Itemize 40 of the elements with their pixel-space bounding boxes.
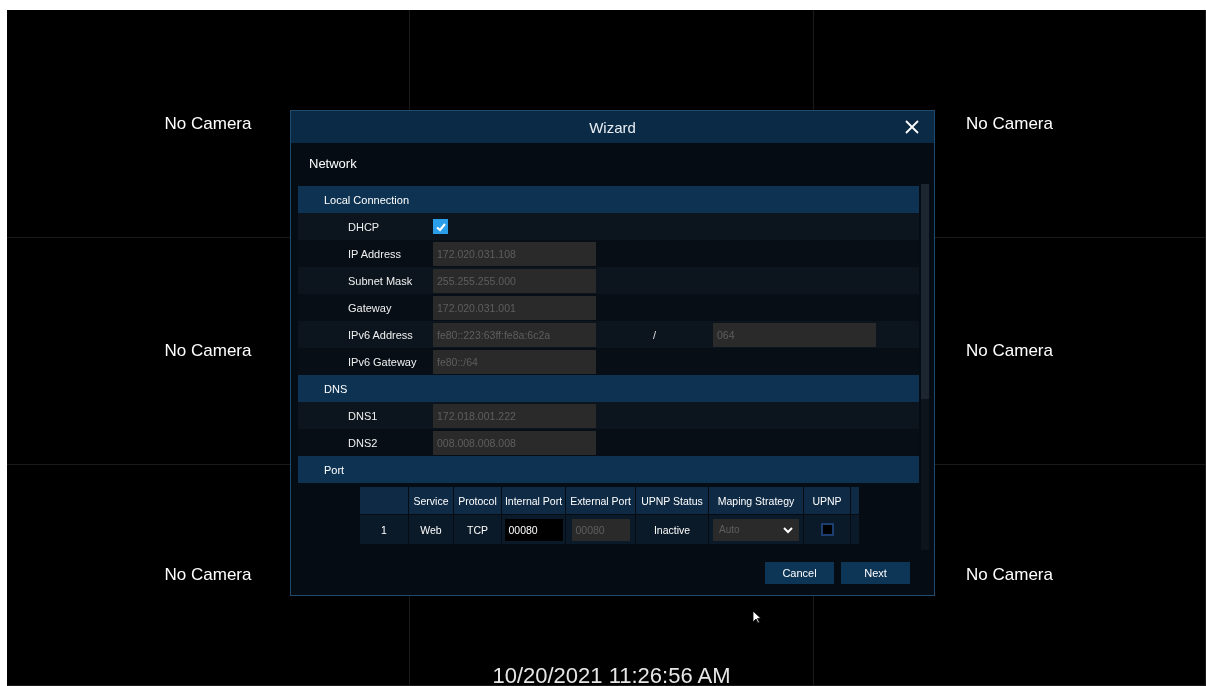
column-header: Internal Port bbox=[502, 487, 565, 514]
dialog-button[interactable]: Next bbox=[841, 561, 910, 584]
checkbox[interactable] bbox=[820, 523, 834, 536]
group-title: Port bbox=[324, 463, 345, 476]
no-camera-label: No Camera bbox=[164, 113, 252, 134]
caret-icon bbox=[783, 525, 793, 534]
section-title: Network bbox=[308, 155, 357, 173]
setting-label: DNS1 bbox=[348, 409, 379, 422]
column-header: UPNP Status bbox=[636, 487, 708, 514]
group-title: DNS bbox=[324, 382, 348, 395]
no-camera-label: No Camera bbox=[164, 565, 252, 585]
dialog-title: Wizard bbox=[589, 118, 636, 136]
column-header: Protocol bbox=[454, 487, 501, 514]
separator-slash: / bbox=[651, 328, 658, 341]
timestamp: 10/20/2021 11:26:56 AM bbox=[492, 663, 731, 686]
header-cell bbox=[360, 487, 408, 514]
no-camera-label: No Camera bbox=[966, 341, 1053, 361]
scrollbar[interactable] bbox=[921, 184, 929, 550]
setting-label: DHCP bbox=[348, 220, 381, 233]
no-camera-label: No Camera bbox=[966, 565, 1053, 585]
no-camera-label: No Camera bbox=[966, 113, 1053, 134]
table-cell: Web bbox=[409, 515, 453, 544]
table-cell: 1 bbox=[360, 515, 408, 544]
column-header: Maping Strategy bbox=[709, 487, 803, 514]
column-header: Service bbox=[409, 487, 453, 514]
setting-label: IP Address bbox=[348, 247, 402, 260]
column-header: UPNP bbox=[804, 487, 850, 514]
group-title: Local Connection bbox=[324, 193, 409, 206]
setting-label: DNS2 bbox=[348, 436, 379, 449]
mouse-pointer-icon bbox=[752, 610, 762, 624]
table-cell: TCP bbox=[454, 515, 501, 544]
column-header: External Port bbox=[566, 487, 635, 514]
dialog-button[interactable]: Cancel bbox=[765, 561, 834, 584]
no-camera-label: No Camera bbox=[164, 341, 252, 361]
header-cell bbox=[851, 487, 859, 514]
port-field[interactable]: 00080 bbox=[504, 518, 563, 541]
close-icon[interactable] bbox=[904, 119, 920, 135]
setting-label: Gateway bbox=[348, 301, 393, 314]
checkbox[interactable] bbox=[433, 219, 448, 234]
table-cell: Inactive bbox=[636, 515, 708, 544]
